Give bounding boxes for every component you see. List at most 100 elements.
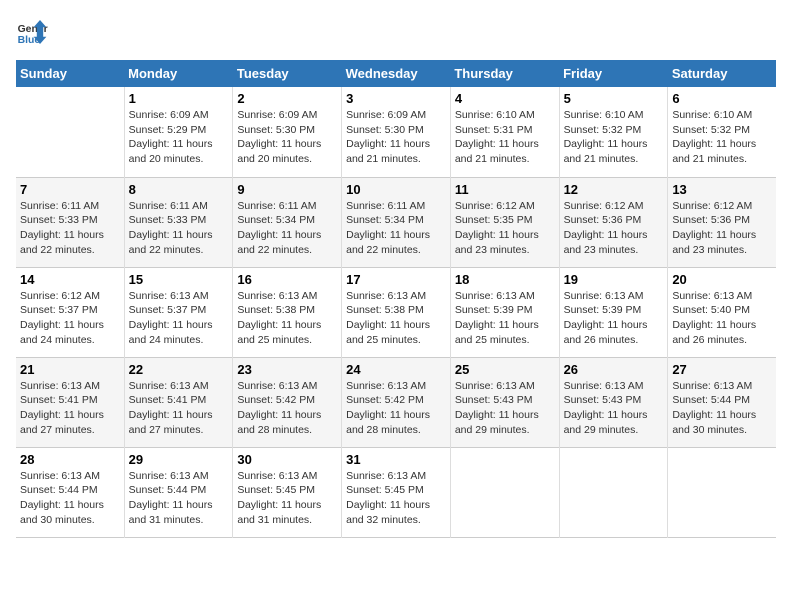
- day-number: 6: [672, 91, 772, 106]
- day-info: Sunrise: 6:12 AM Sunset: 5:36 PM Dayligh…: [564, 199, 664, 258]
- day-info: Sunrise: 6:13 AM Sunset: 5:41 PM Dayligh…: [20, 379, 120, 438]
- week-row-2: 7 Sunrise: 6:11 AM Sunset: 5:33 PM Daylig…: [16, 177, 776, 267]
- header-row: SundayMondayTuesdayWednesdayThursdayFrid…: [16, 60, 776, 87]
- calendar-table: SundayMondayTuesdayWednesdayThursdayFrid…: [16, 60, 776, 538]
- day-number: 11: [455, 182, 555, 197]
- calendar-cell: 12 Sunrise: 6:12 AM Sunset: 5:36 PM Dayli…: [559, 177, 668, 267]
- calendar-cell: 11 Sunrise: 6:12 AM Sunset: 5:35 PM Dayli…: [450, 177, 559, 267]
- day-info: Sunrise: 6:12 AM Sunset: 5:35 PM Dayligh…: [455, 199, 555, 258]
- calendar-cell: [559, 447, 668, 537]
- calendar-cell: 20 Sunrise: 6:13 AM Sunset: 5:40 PM Dayli…: [668, 267, 776, 357]
- week-row-4: 21 Sunrise: 6:13 AM Sunset: 5:41 PM Dayli…: [16, 357, 776, 447]
- calendar-cell: 21 Sunrise: 6:13 AM Sunset: 5:41 PM Dayli…: [16, 357, 124, 447]
- calendar-cell: 13 Sunrise: 6:12 AM Sunset: 5:36 PM Dayli…: [668, 177, 776, 267]
- week-row-3: 14Sunrise: 6:12 AM Sunset: 5:37 PM Dayli…: [16, 267, 776, 357]
- calendar-body: 1 Sunrise: 6:09 AM Sunset: 5:29 PM Daylig…: [16, 87, 776, 537]
- day-number: 24: [346, 362, 446, 377]
- day-info: Sunrise: 6:13 AM Sunset: 5:37 PM Dayligh…: [129, 289, 229, 348]
- week-row-5: 28 Sunrise: 6:13 AM Sunset: 5:44 PM Dayli…: [16, 447, 776, 537]
- calendar-cell: 31 Sunrise: 6:13 AM Sunset: 5:45 PM Dayli…: [342, 447, 451, 537]
- calendar-cell: 5 Sunrise: 6:10 AM Sunset: 5:32 PM Daylig…: [559, 87, 668, 177]
- day-number: 16: [237, 272, 337, 287]
- day-number: 17: [346, 272, 446, 287]
- day-info: Sunrise: 6:13 AM Sunset: 5:42 PM Dayligh…: [237, 379, 337, 438]
- calendar-cell: [450, 447, 559, 537]
- page-header: General Blue: [16, 16, 776, 48]
- header-cell-friday: Friday: [559, 60, 668, 87]
- calendar-cell: 3Sunrise: 6:09 AM Sunset: 5:30 PM Daylig…: [342, 87, 451, 177]
- day-info: Sunrise: 6:09 AM Sunset: 5:30 PM Dayligh…: [237, 108, 337, 167]
- day-number: 22: [129, 362, 229, 377]
- calendar-cell: 7 Sunrise: 6:11 AM Sunset: 5:33 PM Daylig…: [16, 177, 124, 267]
- day-info: Sunrise: 6:13 AM Sunset: 5:38 PM Dayligh…: [237, 289, 337, 348]
- calendar-cell: 9 Sunrise: 6:11 AM Sunset: 5:34 PM Daylig…: [233, 177, 342, 267]
- header-cell-wednesday: Wednesday: [342, 60, 451, 87]
- calendar-cell: 17 Sunrise: 6:13 AM Sunset: 5:38 PM Dayli…: [342, 267, 451, 357]
- calendar-cell: 16 Sunrise: 6:13 AM Sunset: 5:38 PM Dayli…: [233, 267, 342, 357]
- day-info: Sunrise: 6:12 AM Sunset: 5:36 PM Dayligh…: [672, 199, 772, 258]
- day-info: Sunrise: 6:13 AM Sunset: 5:42 PM Dayligh…: [346, 379, 446, 438]
- calendar-cell: 30 Sunrise: 6:13 AM Sunset: 5:45 PM Dayli…: [233, 447, 342, 537]
- day-info: Sunrise: 6:13 AM Sunset: 5:41 PM Dayligh…: [129, 379, 229, 438]
- calendar-cell: [16, 87, 124, 177]
- day-number: 25: [455, 362, 555, 377]
- day-info: Sunrise: 6:11 AM Sunset: 5:34 PM Dayligh…: [237, 199, 337, 258]
- header-cell-sunday: Sunday: [16, 60, 124, 87]
- calendar-cell: 24 Sunrise: 6:13 AM Sunset: 5:42 PM Dayli…: [342, 357, 451, 447]
- calendar-cell: [668, 447, 776, 537]
- day-number: 31: [346, 452, 446, 467]
- day-info: Sunrise: 6:10 AM Sunset: 5:32 PM Dayligh…: [564, 108, 664, 167]
- day-number: 20: [672, 272, 772, 287]
- day-info: Sunrise: 6:10 AM Sunset: 5:31 PM Dayligh…: [455, 108, 555, 167]
- day-info: Sunrise: 6:13 AM Sunset: 5:44 PM Dayligh…: [129, 469, 229, 528]
- calendar-cell: 27Sunrise: 6:13 AM Sunset: 5:44 PM Dayli…: [668, 357, 776, 447]
- day-info: Sunrise: 6:13 AM Sunset: 5:44 PM Dayligh…: [672, 379, 772, 438]
- calendar-cell: 28 Sunrise: 6:13 AM Sunset: 5:44 PM Dayli…: [16, 447, 124, 537]
- day-info: Sunrise: 6:13 AM Sunset: 5:43 PM Dayligh…: [564, 379, 664, 438]
- day-number: 13: [672, 182, 772, 197]
- header-cell-monday: Monday: [124, 60, 233, 87]
- day-number: 12: [564, 182, 664, 197]
- calendar-cell: 18Sunrise: 6:13 AM Sunset: 5:39 PM Dayli…: [450, 267, 559, 357]
- calendar-cell: 1 Sunrise: 6:09 AM Sunset: 5:29 PM Daylig…: [124, 87, 233, 177]
- calendar-cell: 14Sunrise: 6:12 AM Sunset: 5:37 PM Dayli…: [16, 267, 124, 357]
- calendar-cell: 4Sunrise: 6:10 AM Sunset: 5:31 PM Daylig…: [450, 87, 559, 177]
- day-number: 30: [237, 452, 337, 467]
- day-info: Sunrise: 6:13 AM Sunset: 5:39 PM Dayligh…: [455, 289, 555, 348]
- calendar-cell: 26 Sunrise: 6:13 AM Sunset: 5:43 PM Dayli…: [559, 357, 668, 447]
- day-number: 7: [20, 182, 120, 197]
- day-number: 21: [20, 362, 120, 377]
- day-info: Sunrise: 6:13 AM Sunset: 5:38 PM Dayligh…: [346, 289, 446, 348]
- logo-icon: General Blue: [16, 16, 48, 48]
- day-number: 9: [237, 182, 337, 197]
- day-number: 28: [20, 452, 120, 467]
- day-number: 23: [237, 362, 337, 377]
- day-info: Sunrise: 6:10 AM Sunset: 5:32 PM Dayligh…: [672, 108, 772, 167]
- day-number: 5: [564, 91, 664, 106]
- day-number: 1: [129, 91, 229, 106]
- day-number: 8: [129, 182, 229, 197]
- calendar-cell: 10Sunrise: 6:11 AM Sunset: 5:34 PM Dayli…: [342, 177, 451, 267]
- day-info: Sunrise: 6:09 AM Sunset: 5:29 PM Dayligh…: [129, 108, 229, 167]
- day-info: Sunrise: 6:13 AM Sunset: 5:44 PM Dayligh…: [20, 469, 120, 528]
- day-number: 26: [564, 362, 664, 377]
- day-info: Sunrise: 6:13 AM Sunset: 5:39 PM Dayligh…: [564, 289, 664, 348]
- calendar-cell: 8Sunrise: 6:11 AM Sunset: 5:33 PM Daylig…: [124, 177, 233, 267]
- calendar-cell: 23 Sunrise: 6:13 AM Sunset: 5:42 PM Dayli…: [233, 357, 342, 447]
- calendar-cell: 25Sunrise: 6:13 AM Sunset: 5:43 PM Dayli…: [450, 357, 559, 447]
- day-number: 10: [346, 182, 446, 197]
- calendar-cell: 22 Sunrise: 6:13 AM Sunset: 5:41 PM Dayli…: [124, 357, 233, 447]
- day-number: 3: [346, 91, 446, 106]
- day-info: Sunrise: 6:11 AM Sunset: 5:33 PM Dayligh…: [20, 199, 120, 258]
- calendar-cell: 19 Sunrise: 6:13 AM Sunset: 5:39 PM Dayli…: [559, 267, 668, 357]
- day-info: Sunrise: 6:13 AM Sunset: 5:45 PM Dayligh…: [237, 469, 337, 528]
- header-cell-tuesday: Tuesday: [233, 60, 342, 87]
- day-number: 19: [564, 272, 664, 287]
- day-number: 15: [129, 272, 229, 287]
- day-number: 14: [20, 272, 120, 287]
- day-info: Sunrise: 6:13 AM Sunset: 5:40 PM Dayligh…: [672, 289, 772, 348]
- day-info: Sunrise: 6:13 AM Sunset: 5:45 PM Dayligh…: [346, 469, 446, 528]
- week-row-1: 1 Sunrise: 6:09 AM Sunset: 5:29 PM Daylig…: [16, 87, 776, 177]
- calendar-cell: 29Sunrise: 6:13 AM Sunset: 5:44 PM Dayli…: [124, 447, 233, 537]
- logo: General Blue: [16, 16, 52, 48]
